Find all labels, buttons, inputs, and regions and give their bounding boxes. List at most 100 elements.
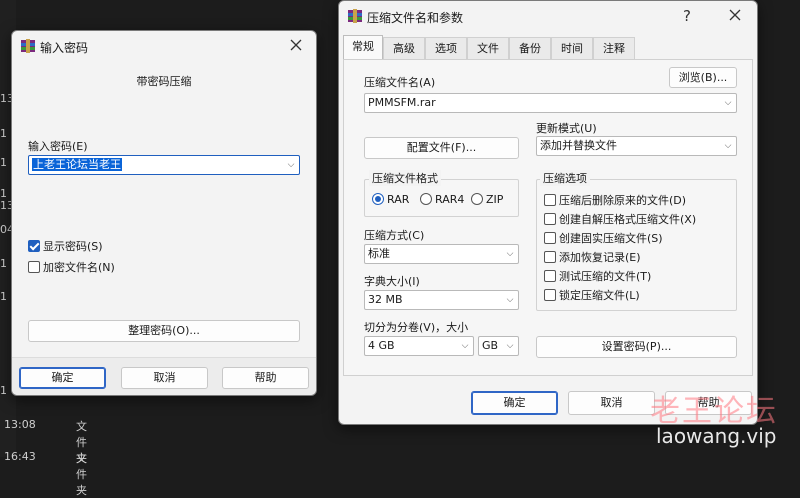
password-label: 输入密码(E) [28,140,88,153]
checkbox-unchecked-icon [544,213,556,225]
radio-unselected-icon [420,193,432,205]
format-zip-label: ZIP [486,193,504,206]
profiles-button[interactable]: 配置文件(F)... [364,137,519,159]
help-icon: ? [683,7,691,25]
checkbox-unchecked-icon [544,289,556,301]
format-rar4-radio[interactable]: RAR4 [420,193,464,206]
background-text: 1 [0,384,7,397]
option-label: 锁定压缩文件(L) [559,289,640,302]
chevron-down-icon[interactable]: ⌵ [723,137,733,155]
tab-time[interactable]: 时间 [551,37,593,59]
dialog-subtitle: 带密码压缩 [136,75,192,88]
set-password-button[interactable]: 设置密码(P)... [536,336,737,358]
winrar-icon [21,39,35,53]
option-lock-checkbox[interactable]: 锁定压缩文件(L) [544,287,640,303]
dictionary-select[interactable]: 32 MB ⌵ [364,290,519,310]
file-type: 文件夹 [76,452,87,497]
split-size-value: 4 GB [368,339,395,352]
method-select[interactable]: 标准 ⌵ [364,244,519,264]
tab-options[interactable]: 选项 [425,37,467,59]
archive-dialog-title: 压缩文件名和参数 [367,11,464,25]
archive-name-input[interactable]: PMMSFM.rar ⌵ [364,93,737,113]
split-size-input[interactable]: 4 GB ⌵ [364,336,474,356]
chevron-down-icon[interactable]: ⌵ [460,337,470,355]
option-recovery-checkbox[interactable]: 添加恢复记录(E) [544,249,641,265]
ok-button[interactable]: 确定 [471,391,558,415]
close-icon [729,9,741,21]
option-label: 测试压缩的文件(T) [559,270,652,283]
background-text: 1 [0,127,7,140]
encrypt-names-checkbox[interactable]: 加密文件名(N) [28,259,115,275]
tab-general[interactable]: 常规 [343,35,383,59]
archive-name-value: PMMSFM.rar [368,96,436,109]
update-mode-label: 更新模式(U) [536,122,597,135]
checkbox-unchecked-icon [28,261,40,273]
chevron-down-icon[interactable]: ⌵ [505,245,515,263]
checkbox-unchecked-icon [544,194,556,206]
update-mode-select[interactable]: 添加并替换文件 ⌵ [536,136,737,156]
tab-backup[interactable]: 备份 [509,37,551,59]
chevron-down-icon[interactable]: ⌵ [286,156,296,174]
option-label: 添加恢复记录(E) [559,251,641,264]
close-button[interactable] [721,4,749,28]
method-label: 压缩方式(C) [364,229,425,242]
option-solid-checkbox[interactable]: 创建固实压缩文件(S) [544,230,663,246]
close-icon [290,39,302,51]
archive-dialog-titlebar[interactable]: 压缩文件名和参数 ? [339,1,757,31]
chevron-down-icon[interactable]: ⌵ [505,291,515,309]
checkbox-unchecked-icon [544,251,556,263]
help-title-button[interactable]: ? [673,4,701,28]
option-delete-after-checkbox[interactable]: 压缩后删除原来的文件(D) [544,192,686,208]
option-sfx-checkbox[interactable]: 创建自解压格式压缩文件(X) [544,211,696,227]
tab-comment[interactable]: 注释 [593,37,635,59]
format-zip-radio[interactable]: ZIP [471,193,503,206]
format-rar4-label: RAR4 [435,193,465,206]
password-input[interactable]: 上老王论坛当老王 ⌵ [28,155,300,175]
split-unit-select[interactable]: GB ⌵ [478,336,519,356]
checkbox-unchecked-icon [544,270,556,282]
browse-button[interactable]: 浏览(B)... [669,67,737,88]
background-text: 1 [0,257,7,270]
background-text: 1 [0,156,7,169]
archive-options-title: 压缩选项 [540,170,590,186]
format-rar-radio[interactable]: RAR [372,193,409,206]
password-dialog-footer: 确定 取消 帮助 [12,357,316,395]
split-unit-value: GB [482,339,499,352]
help-button[interactable]: 帮助 [222,367,309,389]
tab-advanced[interactable]: 高级 [383,37,425,59]
chevron-down-icon[interactable]: ⌵ [723,94,733,112]
tab-files[interactable]: 文件 [467,37,509,59]
password-dialog-title: 输入密码 [40,41,89,55]
archive-name-label: 压缩文件名(A) [364,76,436,89]
winrar-icon [348,9,362,23]
option-label: 创建自解压格式压缩文件(X) [559,213,697,226]
password-value: 上老王论坛当老王 [32,158,122,171]
show-password-checkbox[interactable]: 显示密码(S) [28,238,103,254]
password-dialog: 输入密码 带密码压缩 输入密码(E) 上老王论坛当老王 ⌵ 显示密码(S) 加密… [11,30,317,396]
option-test-checkbox[interactable]: 测试压缩的文件(T) [544,268,651,284]
checkbox-unchecked-icon [544,232,556,244]
encrypt-names-label: 加密文件名(N) [43,261,115,274]
cancel-button[interactable]: 取消 [568,391,655,415]
dictionary-value: 32 MB [368,293,403,306]
option-label: 压缩后删除原来的文件(D) [559,194,687,207]
update-mode-value: 添加并替换文件 [540,139,617,152]
organize-passwords-button[interactable]: 整理密码(O)... [28,320,300,342]
background-text: 1 [0,290,7,303]
radio-selected-icon [372,193,384,205]
radio-unselected-icon [471,193,483,205]
option-label: 创建固实压缩文件(S) [559,232,663,245]
watermark-url: laowang.vip [656,424,777,448]
split-label: 切分为分卷(V)，大小 [364,321,469,334]
ok-button[interactable]: 确定 [19,367,106,389]
chevron-down-icon[interactable]: ⌵ [505,337,515,355]
general-tab-panel: 压缩文件名(A) 浏览(B)... PMMSFM.rar ⌵ 配置文件(F)..… [343,59,753,376]
cancel-button[interactable]: 取消 [121,367,208,389]
close-button[interactable] [282,34,310,58]
password-dialog-titlebar[interactable]: 输入密码 [12,31,316,61]
archive-dialog: 压缩文件名和参数 ? 常规 高级 选项 文件 备份 时间 注释 压缩文件名(A)… [338,0,758,425]
archive-format-title: 压缩文件格式 [369,170,441,186]
file-time: 13:08 [4,418,36,431]
show-password-label: 显示密码(S) [43,240,103,253]
dictionary-label: 字典大小(I) [364,275,420,288]
